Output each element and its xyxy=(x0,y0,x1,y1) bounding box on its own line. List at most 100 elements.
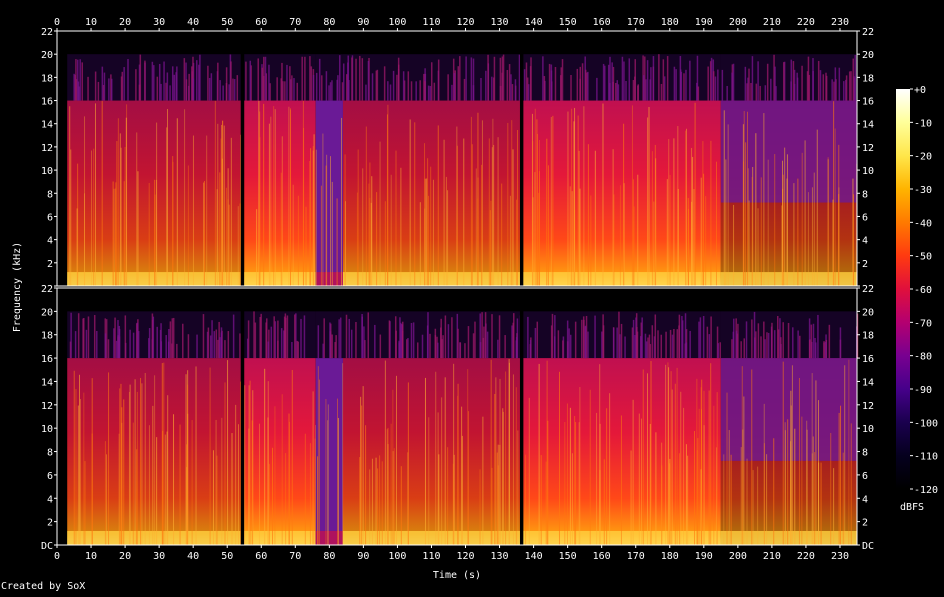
transient-streak xyxy=(331,181,333,286)
transient-streak xyxy=(432,179,434,286)
transient-streak xyxy=(479,469,481,545)
transient-streak xyxy=(767,159,769,286)
transient-streak xyxy=(475,168,477,286)
transient-streak xyxy=(221,417,223,545)
transient-streak xyxy=(438,454,440,545)
transient-streak xyxy=(495,377,497,545)
transient-streak xyxy=(787,419,789,545)
x-tick-label-top: 220 xyxy=(797,17,815,28)
transient-streak xyxy=(491,147,493,286)
transient-streak xyxy=(804,140,806,286)
x-tick-label-bottom: 170 xyxy=(627,551,645,562)
transient-streak xyxy=(244,385,246,545)
transient-streak xyxy=(360,396,362,545)
transient-streak xyxy=(357,149,359,286)
transient-streak xyxy=(215,419,217,545)
transient-streak xyxy=(288,106,290,286)
transient-streak xyxy=(692,156,694,286)
transient-streak xyxy=(844,365,846,545)
transient-streak xyxy=(427,158,429,286)
footer-credit: Created by SoX xyxy=(1,581,85,592)
transient-streak xyxy=(705,196,707,286)
transient-streak xyxy=(751,176,753,286)
y-tick-label-right: 12 xyxy=(862,401,874,412)
segment-bass-band xyxy=(720,272,857,286)
transient-streak xyxy=(167,395,169,545)
x-tick-label-top: 30 xyxy=(153,17,165,28)
transient-streak xyxy=(638,413,640,545)
y-tick-label-right: DC xyxy=(862,541,874,552)
segment-bass-band xyxy=(67,530,241,545)
transient-streak xyxy=(832,199,834,286)
colorbar-label: dBFS xyxy=(900,502,924,513)
transient-streak xyxy=(594,150,596,286)
segment-body xyxy=(315,100,343,286)
transient-streak xyxy=(173,414,175,545)
transient-streak xyxy=(387,104,389,287)
transient-streak xyxy=(550,117,552,286)
transient-streak xyxy=(654,144,656,286)
transient-streak xyxy=(702,141,704,286)
transient-streak xyxy=(78,374,80,545)
y-tick-label-left: 2 xyxy=(47,518,53,529)
transient-streak xyxy=(148,425,150,545)
transient-streak xyxy=(820,462,822,545)
transient-streak xyxy=(742,429,744,545)
transient-streak xyxy=(362,386,364,545)
transient-streak xyxy=(185,374,187,545)
transient-streak xyxy=(105,454,107,545)
transient-streak xyxy=(834,128,836,286)
y-tick-label-left: DC xyxy=(41,541,53,552)
transient-streak xyxy=(508,359,510,545)
transient-streak xyxy=(623,183,625,286)
transient-streak xyxy=(377,468,379,545)
transient-streak xyxy=(341,117,343,286)
transient-streak xyxy=(113,188,115,286)
transient-streak xyxy=(140,377,142,545)
transient-streak xyxy=(219,172,221,286)
hf-band xyxy=(67,54,241,101)
transient-streak xyxy=(512,374,514,545)
x-tick-label-bottom: 100 xyxy=(388,551,406,562)
x-tick-label-top: 80 xyxy=(323,17,335,28)
transient-streak xyxy=(206,135,208,286)
transient-streak xyxy=(782,361,784,545)
transient-streak xyxy=(574,107,576,287)
transient-streak xyxy=(115,182,117,286)
colorbar-gradient xyxy=(896,89,910,489)
transient-streak xyxy=(599,364,601,545)
y-tick-label-right: 6 xyxy=(862,471,868,482)
transient-streak xyxy=(797,178,799,286)
transient-streak xyxy=(370,202,372,286)
transient-streak xyxy=(387,427,389,545)
y-tick-label-left: 14 xyxy=(41,120,53,131)
y-tick-label-right: 4 xyxy=(862,494,868,505)
transient-streak xyxy=(93,148,95,286)
hf-band xyxy=(244,311,316,359)
transient-streak xyxy=(392,389,394,545)
transient-streak xyxy=(575,422,577,545)
transient-streak xyxy=(101,100,103,286)
transient-streak xyxy=(528,397,530,545)
transient-streak xyxy=(687,208,689,286)
transient-streak xyxy=(833,468,835,545)
transient-streak xyxy=(525,454,527,545)
transient-streak xyxy=(227,360,229,545)
transient-streak xyxy=(515,387,517,545)
transient-streak xyxy=(482,416,484,545)
transient-streak xyxy=(467,369,469,545)
y-tick-label-left: 18 xyxy=(41,331,53,342)
transient-streak xyxy=(569,186,571,286)
transient-streak xyxy=(710,140,712,286)
transient-streak xyxy=(176,118,178,287)
transient-streak xyxy=(305,206,307,286)
transient-streak xyxy=(546,138,548,286)
transient-streak xyxy=(268,463,270,545)
transient-streak xyxy=(76,208,78,286)
transient-streak xyxy=(359,457,361,545)
transient-streak xyxy=(155,179,157,286)
transient-streak xyxy=(267,417,269,545)
colorbar-tick-label: -60 xyxy=(914,285,932,296)
hf-band xyxy=(523,54,721,101)
transient-streak xyxy=(807,192,809,286)
